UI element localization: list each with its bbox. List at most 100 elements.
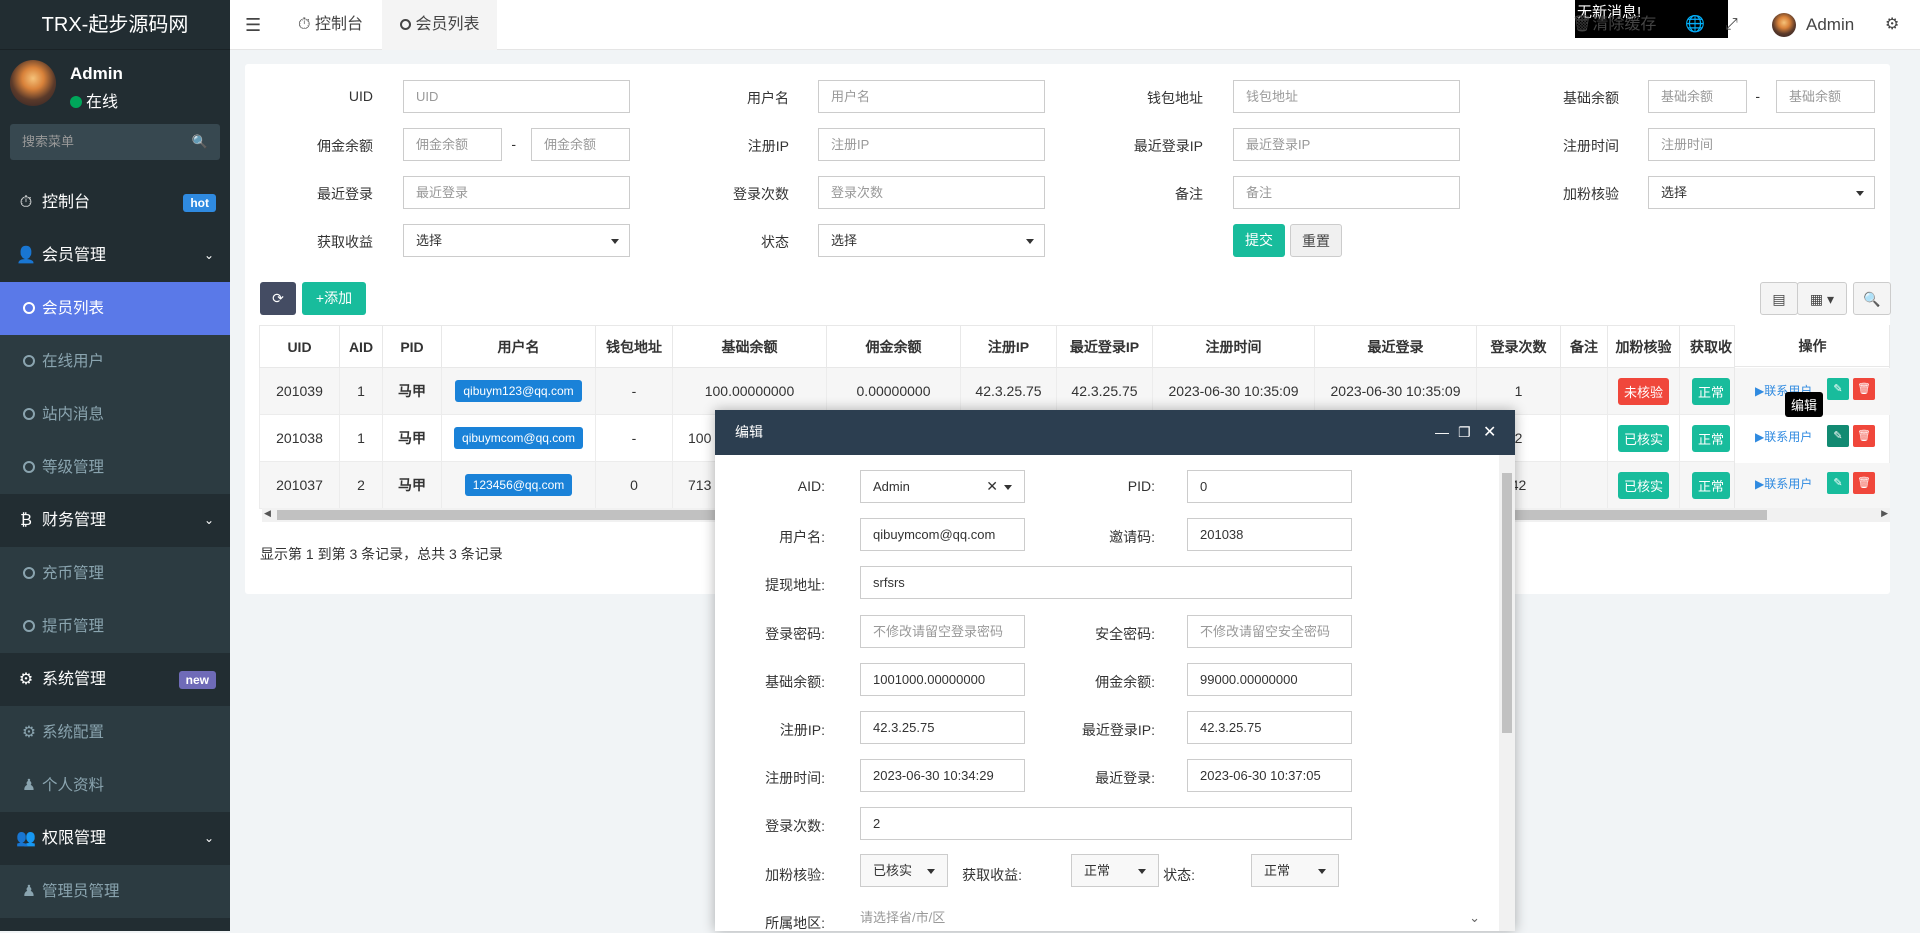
col-last-ip[interactable]: 最近登录IP xyxy=(1056,325,1153,368)
reg-time-input[interactable]: 注册时间 xyxy=(1648,128,1875,161)
scroll-left-icon[interactable]: ◀ xyxy=(264,508,271,519)
username-badge[interactable]: 123456@qq.com xyxy=(464,474,573,496)
settings-icon[interactable]: ⚙ xyxy=(1885,0,1899,50)
modal-scrollbar-thumb[interactable] xyxy=(1502,473,1512,733)
withdraw-address-input[interactable]: srfsrs xyxy=(860,566,1352,599)
language-icon[interactable]: 🌐 xyxy=(1685,0,1705,50)
modal-header[interactable]: 编辑 — ❐ ✕ xyxy=(715,410,1515,455)
sidebar-item-online-users[interactable]: 在线用户 xyxy=(0,335,230,388)
col-uid[interactable]: UID xyxy=(259,325,340,368)
col-reg-time[interactable]: 注册时间 xyxy=(1152,325,1315,368)
get-income-select[interactable]: 选择 xyxy=(403,224,630,257)
last-login-input[interactable]: 最近登录 xyxy=(403,176,630,209)
refresh-button[interactable]: ⟳ xyxy=(260,282,296,315)
region-select[interactable]: 请选择省/市/区 ⌄ xyxy=(860,906,1480,930)
last-ip-input[interactable]: 42.3.25.75 xyxy=(1187,711,1352,744)
search-toggle-button[interactable]: 🔍 xyxy=(1853,282,1891,315)
sidebar-item-finance[interactable]: ₿ 财务管理 ⌄ xyxy=(0,494,230,547)
delete-button[interactable]: 🗑 xyxy=(1853,425,1875,447)
sidebar-item-members[interactable]: 👤 会员管理 ⌄ xyxy=(0,229,230,282)
login-password-input[interactable]: 不修改请留空登录密码 xyxy=(860,615,1025,648)
maximize-icon[interactable]: ❐ xyxy=(1458,410,1471,455)
last-ip-input[interactable]: 最近登录IP xyxy=(1233,128,1460,161)
commission-input[interactable]: 99000.00000000 xyxy=(1187,663,1352,696)
username-input[interactable]: 用户名 xyxy=(818,80,1045,113)
pid-input[interactable]: 0 xyxy=(1187,470,1352,503)
col-last-login[interactable]: 最近登录 xyxy=(1314,325,1477,368)
base-balance-max-input[interactable]: 基础余额 xyxy=(1776,80,1875,113)
sidebar-item-deposit[interactable]: 充币管理 xyxy=(0,547,230,600)
sidebar-item-permissions[interactable]: 👥 权限管理 ⌄ xyxy=(0,812,230,865)
sidebar-item-dashboard[interactable]: ⏱ 控制台 hot xyxy=(0,176,230,229)
base-balance-input[interactable]: 1001000.00000000 xyxy=(860,663,1025,696)
col-commission[interactable]: 佣金余额 xyxy=(826,325,961,368)
col-fans-check[interactable]: 加粉核验 xyxy=(1607,325,1680,368)
sidebar-item-system[interactable]: ⚙ 系统管理 new xyxy=(0,653,230,706)
tab-dashboard[interactable]: ⏱ 控制台 xyxy=(290,0,371,50)
sidebar-item-withdraw[interactable]: 提币管理 xyxy=(0,600,230,653)
uid-input[interactable]: UID xyxy=(403,80,630,113)
sidebar-item-member-list[interactable]: 会员列表 xyxy=(0,282,230,335)
add-button[interactable]: +添加 xyxy=(302,282,366,315)
chevron-down-icon: ⌄ xyxy=(203,248,214,262)
fullscreen-icon[interactable]: ⤢ xyxy=(1725,0,1738,50)
col-username[interactable]: 用户名 xyxy=(441,325,596,368)
username-badge[interactable]: qibuymcom@qq.com xyxy=(454,427,583,449)
sidebar-item-levels[interactable]: 等级管理 xyxy=(0,441,230,494)
submit-button[interactable]: 提交 xyxy=(1233,224,1285,257)
invite-code-input[interactable]: 201038 xyxy=(1187,518,1352,551)
reg-ip-input[interactable]: 注册IP xyxy=(818,128,1045,161)
sidebar-item-profile[interactable]: ♟ 个人资料 xyxy=(0,759,230,812)
login-count-input[interactable]: 登录次数 xyxy=(818,176,1045,209)
columns-button[interactable]: ▦ ▾ xyxy=(1797,282,1847,315)
contact-user-link[interactable]: ▶联系用户 xyxy=(1755,428,1812,445)
username-input[interactable]: qibuymcom@qq.com xyxy=(860,518,1025,551)
clear-cache-button[interactable]: 🗑清除缓存 xyxy=(1572,0,1656,50)
admin-menu[interactable]: Admin xyxy=(1772,0,1854,50)
edit-button[interactable]: ✎ xyxy=(1827,378,1849,400)
security-password-input[interactable]: 不修改请留空安全密码 xyxy=(1187,615,1352,648)
reg-ip-input[interactable]: 42.3.25.75 xyxy=(860,711,1025,744)
reg-time-input[interactable]: 2023-06-30 10:34:29 xyxy=(860,759,1025,792)
tab-member-list[interactable]: 会员列表 xyxy=(382,0,498,50)
modal-scrollbar[interactable] xyxy=(1499,455,1515,931)
status-select[interactable]: 正常 xyxy=(1251,854,1339,887)
login-count-input[interactable]: 2 xyxy=(860,807,1352,840)
sidebar-item-system-config[interactable]: ⚙ 系统配置 xyxy=(0,706,230,759)
scroll-right-icon[interactable]: ▶ xyxy=(1881,508,1888,519)
close-icon[interactable]: ✕ xyxy=(1483,410,1496,455)
menu-toggle-icon[interactable]: ☰ xyxy=(245,0,261,50)
minimize-icon[interactable]: — xyxy=(1435,410,1449,455)
reset-button[interactable]: 重置 xyxy=(1290,224,1342,257)
aid-select[interactable]: Admin ✕ xyxy=(860,470,1025,503)
col-reg-ip[interactable]: 注册IP xyxy=(960,325,1057,368)
col-remark[interactable]: 备注 xyxy=(1560,325,1608,368)
contact-user-link[interactable]: ▶联系用户 xyxy=(1755,475,1812,492)
sidebar-item-admin-manage[interactable]: ♟ 管理员管理 xyxy=(0,865,230,918)
edit-button[interactable]: ✎ xyxy=(1827,425,1849,447)
col-wallet[interactable]: 钱包地址 xyxy=(595,325,673,368)
app-logo[interactable]: TRX-起步源码网 xyxy=(0,0,230,50)
menu-search-input[interactable]: 搜索菜单 🔍 xyxy=(10,124,220,160)
col-pid[interactable]: PID xyxy=(382,325,442,368)
region-label: 所属地区: xyxy=(765,915,825,931)
fans-check-select[interactable]: 选择 xyxy=(1648,176,1875,209)
delete-button[interactable]: 🗑 xyxy=(1853,472,1875,494)
username-badge[interactable]: qibuym123@qq.com xyxy=(455,380,582,402)
table-row[interactable]: 201039 1 马甲 qibuym123@qq.com - 100.00000… xyxy=(259,367,1890,415)
commission-max-input[interactable]: 佣金余额 xyxy=(531,128,630,161)
remark-input[interactable]: 备注 xyxy=(1233,176,1460,209)
sidebar-item-messages[interactable]: 站内消息 xyxy=(0,388,230,441)
col-login-count[interactable]: 登录次数 xyxy=(1476,325,1561,368)
col-aid[interactable]: AID xyxy=(339,325,383,368)
toggle-view-button[interactable]: ▤ xyxy=(1760,282,1798,315)
status-select[interactable]: 选择 xyxy=(818,224,1045,257)
clear-icon[interactable]: ✕ xyxy=(986,471,998,502)
col-base-balance[interactable]: 基础余额 xyxy=(672,325,827,368)
wallet-input[interactable]: 钱包地址 xyxy=(1233,80,1460,113)
delete-button[interactable]: 🗑 xyxy=(1853,378,1875,400)
search-icon[interactable]: 🔍 xyxy=(192,124,208,160)
last-login-input[interactable]: 2023-06-30 10:37:05 xyxy=(1187,759,1352,792)
cell-login-count: 1 xyxy=(1476,367,1561,415)
edit-button[interactable]: ✎ xyxy=(1827,472,1849,494)
